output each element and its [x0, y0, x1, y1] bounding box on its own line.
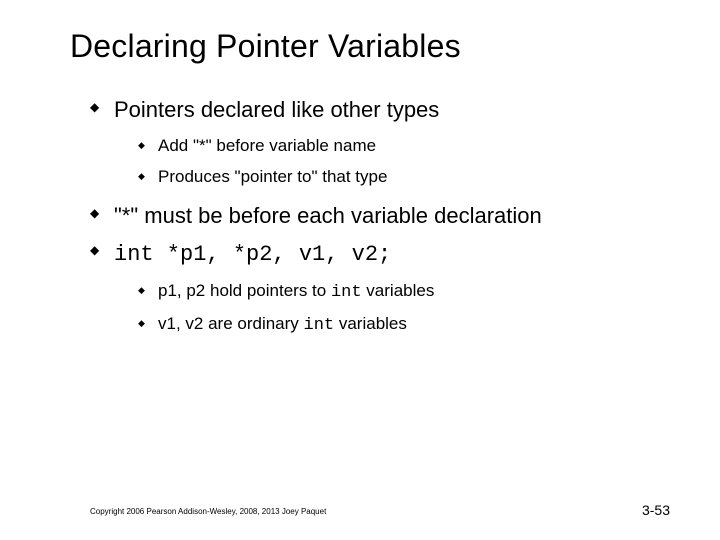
- sub-bullet-text-post: variables: [334, 314, 407, 333]
- bullet-text: "*" must be before each variable declara…: [114, 203, 542, 228]
- slide-title: Declaring Pointer Variables: [70, 28, 670, 65]
- slide-number: 3-53: [642, 502, 670, 518]
- bullet-list: Pointers declared like other types Add "…: [90, 95, 670, 338]
- sub-bullet-list: Add "*" before variable name Produces "p…: [138, 135, 670, 189]
- slide: Declaring Pointer Variables Pointers dec…: [0, 0, 720, 540]
- sub-bullet-text-pre: v1, v2 are ordinary: [158, 314, 304, 333]
- sub-bullet-text-post: variables: [362, 281, 435, 300]
- inline-code: int: [331, 283, 362, 302]
- sub-bullet-item: p1, p2 hold pointers to int variables: [138, 280, 670, 305]
- inline-code: int: [304, 316, 335, 335]
- sub-bullet-item: v1, v2 are ordinary int variables: [138, 313, 670, 338]
- sub-bullet-item: Produces "pointer to" that type: [138, 166, 670, 189]
- sub-bullet-item: Add "*" before variable name: [138, 135, 670, 158]
- bullet-item: "*" must be before each variable declara…: [90, 201, 670, 231]
- copyright-text: Copyright 2006 Pearson Addison-Wesley, 2…: [90, 507, 326, 516]
- sub-bullet-text-pre: p1, p2 hold pointers to: [158, 281, 331, 300]
- bullet-item: Pointers declared like other types Add "…: [90, 95, 670, 189]
- bullet-text: Pointers declared like other types: [114, 97, 439, 122]
- sub-bullet-text: Add "*" before variable name: [158, 136, 376, 155]
- code-line: int *p1, *p2, v1, v2;: [114, 242, 391, 267]
- sub-bullet-list: p1, p2 hold pointers to int variables v1…: [138, 280, 670, 338]
- sub-bullet-text: Produces "pointer to" that type: [158, 167, 387, 186]
- bullet-item: int *p1, *p2, v1, v2; p1, p2 hold pointe…: [90, 238, 670, 338]
